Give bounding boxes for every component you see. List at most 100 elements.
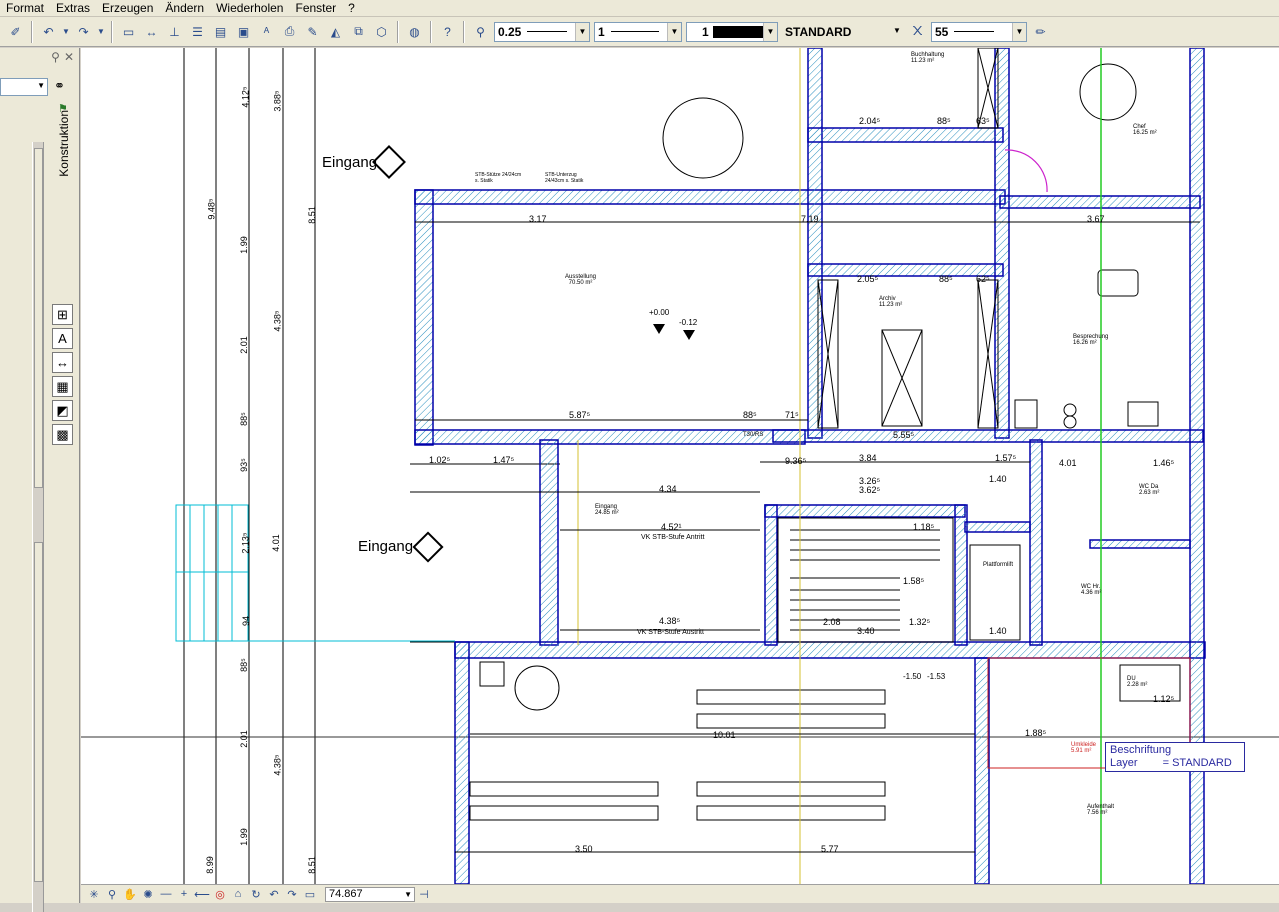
toolbar-separator bbox=[31, 20, 33, 43]
open-icon[interactable]: ▤ bbox=[210, 21, 231, 42]
dimension-text: 5.87⁵ bbox=[569, 410, 591, 420]
shape-icon[interactable]: ◩ bbox=[52, 400, 73, 421]
scale-select[interactable]: 55 ▼ bbox=[931, 21, 1027, 42]
dimension-text: 3.88⁵ bbox=[272, 90, 283, 112]
dimension-text: 5.55⁵ bbox=[893, 430, 915, 440]
pen-thickness-select[interactable]: 0.25 ▼ bbox=[494, 21, 590, 42]
house-icon[interactable]: ⌂ bbox=[229, 886, 247, 902]
undo-icon[interactable]: ↶ bbox=[38, 21, 59, 42]
pan-icon[interactable]: ✋ bbox=[121, 886, 139, 902]
snap-icon[interactable]: ✳ bbox=[85, 886, 103, 902]
dimension-icon[interactable]: ↔ bbox=[141, 21, 162, 42]
room-label: Eingang 24.85 m² bbox=[595, 504, 619, 516]
dimension-text: 1.58⁵ bbox=[903, 576, 925, 586]
binoculars-icon[interactable]: ⚭ bbox=[54, 78, 65, 94]
color-select[interactable]: 1 ▼ bbox=[686, 21, 778, 42]
room-area: 70.50 m² bbox=[568, 280, 593, 286]
pin-icon[interactable]: ⊣ bbox=[415, 886, 433, 902]
chevron-down-icon[interactable]: ▼ bbox=[404, 888, 412, 901]
globe-icon[interactable]: ◍ bbox=[404, 21, 425, 42]
sidebar-scrollbar[interactable] bbox=[32, 142, 44, 912]
layer-value: STANDARD bbox=[785, 24, 852, 39]
chevron-down-icon[interactable]: ▼ bbox=[890, 21, 904, 40]
list-icon[interactable]: ☰ bbox=[187, 21, 208, 42]
layer-icon[interactable]: ⧉ bbox=[348, 21, 369, 42]
zoom-value: 74.867 bbox=[329, 887, 363, 900]
menu-extras[interactable]: Extras bbox=[50, 1, 96, 16]
dimension-text: 71⁵ bbox=[785, 410, 799, 420]
room-label: Aufenthalt 7.56 m² bbox=[1087, 804, 1114, 816]
dimension-text: 3.17 bbox=[529, 214, 547, 224]
close-icon[interactable]: ✕ bbox=[64, 50, 74, 68]
line-type-select[interactable]: 1 ▼ bbox=[594, 21, 682, 42]
text-style-icon[interactable]: ᴬ bbox=[256, 21, 277, 42]
level-dimension-icon[interactable]: ⊥ bbox=[164, 21, 185, 42]
redo-dropdown-icon[interactable]: ▼ bbox=[96, 21, 106, 42]
dimension-text: 1.47⁵ bbox=[493, 455, 515, 465]
layer-select[interactable]: STANDARD ▼ bbox=[782, 21, 904, 42]
tools-icon[interactable]: ✎ bbox=[302, 21, 323, 42]
help-icon[interactable]: ? bbox=[437, 21, 458, 42]
redo-view-icon[interactable]: ↷ bbox=[283, 886, 301, 902]
menu-fenster[interactable]: Fenster bbox=[289, 1, 342, 16]
menu-format[interactable]: Format bbox=[0, 1, 50, 16]
print-icon[interactable]: ⎙ bbox=[279, 21, 300, 42]
zoom-input[interactable]: 74.867 ▼ bbox=[325, 886, 415, 902]
grid-icon[interactable]: ▩ bbox=[52, 424, 73, 445]
scroll-thumb[interactable] bbox=[34, 148, 43, 488]
pipette-icon[interactable]: ⚲ bbox=[470, 21, 491, 42]
folder-icon[interactable]: ▭ bbox=[301, 886, 319, 902]
layer-settings-icon[interactable]: ᙭ bbox=[907, 21, 928, 42]
scale-value: 55 bbox=[935, 24, 949, 39]
pencil-icon[interactable]: ✏ bbox=[1030, 21, 1051, 42]
line-tool-icon[interactable]: — bbox=[157, 886, 175, 902]
redo-icon[interactable]: ↷ bbox=[73, 21, 94, 42]
text-icon[interactable]: A bbox=[52, 328, 73, 349]
dimension-text: 4.38⁵ bbox=[659, 616, 681, 626]
save-icon[interactable]: ▣ bbox=[233, 21, 254, 42]
orbit-icon[interactable]: ✺ bbox=[139, 886, 157, 902]
room-label: Chef 16.25 m² bbox=[1133, 124, 1157, 136]
chevron-down-icon[interactable]: ▼ bbox=[37, 81, 45, 90]
sidebar-select[interactable]: ▼ bbox=[0, 78, 48, 96]
zoom-icon[interactable]: ⚲ bbox=[103, 886, 121, 902]
dimension-text: 4.52¹ bbox=[661, 522, 682, 532]
drawing-canvas[interactable]: Eingang Eingang Ausstellung 70.50 m² Arc… bbox=[81, 48, 1279, 884]
paint-icon[interactable]: ◭ bbox=[325, 21, 346, 42]
dimension-text: 5.77 bbox=[821, 844, 839, 854]
construction-icon[interactable]: ⊞ bbox=[52, 304, 73, 325]
dimension-text: 1.99 bbox=[238, 236, 249, 254]
room-area: 16.26 m² bbox=[1073, 340, 1097, 346]
dimension-text: 2.04⁵ bbox=[859, 116, 881, 126]
measure-icon[interactable]: ▭ bbox=[118, 21, 139, 42]
room-label: Archiv 11.23 m² bbox=[879, 296, 902, 308]
rotate-icon[interactable]: ↻ bbox=[247, 886, 265, 902]
crosshair-icon[interactable]: + bbox=[175, 886, 193, 902]
scroll-thumb[interactable] bbox=[34, 542, 43, 882]
target-icon[interactable]: ◎ bbox=[211, 886, 229, 902]
chevron-down-icon[interactable]: ▼ bbox=[575, 22, 589, 41]
hatch-icon[interactable]: ▦ bbox=[52, 376, 73, 397]
dimension-lines-left bbox=[81, 48, 1279, 884]
menu-wiederholen[interactable]: Wiederholen bbox=[210, 1, 289, 16]
room-area: 2.28 m² bbox=[1127, 682, 1148, 688]
dimension-text: 3.40 bbox=[857, 626, 875, 636]
menu-erzeugen[interactable]: Erzeugen bbox=[96, 1, 159, 16]
room-label: Ausstellung 70.50 m² bbox=[565, 274, 596, 286]
undo-dropdown-icon[interactable]: ▼ bbox=[61, 21, 71, 42]
line-sample bbox=[954, 31, 995, 32]
tab-konstruktion[interactable]: Konstruktion bbox=[54, 110, 74, 280]
menu-aendern[interactable]: Ändern bbox=[159, 1, 210, 16]
dimension-text: 1.40 bbox=[989, 626, 1007, 636]
arrow-left-icon[interactable]: ⟵ bbox=[193, 886, 211, 902]
room-area: 4.36 m² bbox=[1081, 590, 1102, 596]
menu-help[interactable]: ? bbox=[342, 1, 361, 16]
chevron-down-icon[interactable]: ▼ bbox=[667, 22, 681, 41]
undo-view-icon[interactable]: ↶ bbox=[265, 886, 283, 902]
chevron-down-icon[interactable]: ▼ bbox=[1012, 22, 1026, 41]
dimension-tool-icon[interactable]: ↔ bbox=[52, 352, 73, 373]
3d-view-icon[interactable]: ⬡ bbox=[371, 21, 392, 42]
brush-icon[interactable]: ✐ bbox=[5, 21, 26, 42]
pin-icon[interactable]: ⚲ bbox=[51, 50, 60, 68]
chevron-down-icon[interactable]: ▼ bbox=[763, 22, 777, 41]
